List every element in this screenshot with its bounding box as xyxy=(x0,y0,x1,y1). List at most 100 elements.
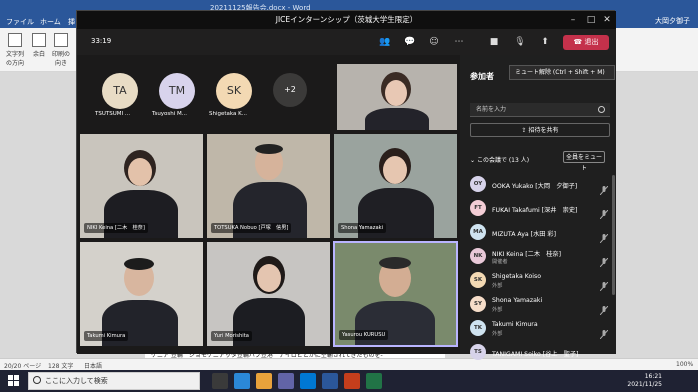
search-icon xyxy=(598,106,605,113)
list-item[interactable]: NK NIKI Keina [二木 桂奈] 開催者 xyxy=(468,245,614,269)
margins-icon xyxy=(32,33,46,47)
taskbar-clock[interactable]: 16:21 2021/11/25 xyxy=(627,373,662,389)
participant-role: 外部 xyxy=(492,331,503,337)
chat-icon[interactable]: 💬 xyxy=(404,36,416,48)
participants-panel: 参加者 ミュート解除 (Ctrl + Shift + M) 名前を入力 ⇪ 招待… xyxy=(460,55,616,360)
video-tile[interactable]: NIKI Keina [二木 桂奈] xyxy=(79,133,204,239)
mic-off-icon xyxy=(599,204,609,220)
list-item[interactable]: SK Shigetaka Koiso 外部 xyxy=(468,269,614,293)
mic-off-icon xyxy=(599,324,609,340)
word-icon[interactable] xyxy=(322,373,338,389)
windows-taskbar: ここに入力して検索 16:21 2021/11/25 xyxy=(0,370,698,392)
list-item[interactable]: OY OOKA Yukako [大岡 夕御子] xyxy=(468,173,614,197)
video-tile-active-speaker[interactable]: Yasurou KURUSU xyxy=(333,241,458,347)
in-meeting-header[interactable]: ⌄ この会議で (13 人) xyxy=(470,155,529,164)
mic-muted-icon[interactable]: 🎙 xyxy=(514,36,526,48)
avatar[interactable]: SK xyxy=(216,73,252,109)
task-view-icon[interactable] xyxy=(212,373,228,389)
self-video-preview[interactable] xyxy=(336,63,458,131)
edge-icon[interactable] xyxy=(234,373,250,389)
zoom-level[interactable]: 100% xyxy=(676,361,693,368)
list-item[interactable]: TK Takumi Kimura 外部 xyxy=(468,317,614,341)
teams-meeting-window: JICEインターンシップ（茨城大学生限定） – □ ✕ 33:19 👥 💬 ☺ … xyxy=(76,10,616,360)
teams-title-bar: JICEインターンシップ（茨城大学生限定） – □ ✕ xyxy=(77,11,616,29)
mic-off-icon xyxy=(599,180,609,196)
taskbar-search-input[interactable]: ここに入力して検索 xyxy=(28,372,200,390)
close-icon[interactable]: ✕ xyxy=(602,15,612,25)
participant-name: TANIGAMI Seiko [谷上 聖子] xyxy=(492,351,579,358)
video-tile[interactable]: Takumi Kimura xyxy=(79,241,204,347)
tab-home[interactable]: ホーム xyxy=(40,17,61,27)
start-button[interactable] xyxy=(8,375,20,387)
video-tile[interactable]: Yuri Morishita xyxy=(206,241,331,347)
unmute-tooltip: ミュート解除 (Ctrl + Shift + M) xyxy=(509,65,615,80)
avatar: NK xyxy=(470,248,486,264)
meeting-title: JICEインターンシップ（茨城大学生限定） xyxy=(275,15,418,24)
participant-name: Shigetaka Koiso xyxy=(492,273,542,280)
teams-icon[interactable] xyxy=(278,373,294,389)
video-tile[interactable]: TOTSUKA Nobuo [戸塚 信男] xyxy=(206,133,331,239)
avatar: SK xyxy=(470,272,486,288)
participant-name: NIKI Keina [二木 桂奈] xyxy=(492,251,562,258)
meeting-toolbar: 33:19 👥 💬 ☺ ⋯ ■ 🎙 ⬆ ☎ 退出 xyxy=(77,29,616,55)
mic-off-icon xyxy=(599,276,609,292)
avatar: MA xyxy=(470,224,486,240)
list-item[interactable]: MA MIZUTA Aya [水田 彩] xyxy=(468,221,614,245)
participant-name-tag: Yuri Morishita xyxy=(211,331,252,341)
participant-role: 外部 xyxy=(492,283,503,289)
participant-name: Shona Yamazaki xyxy=(492,297,543,304)
list-item[interactable]: TS TANIGAMI Seiko [谷上 聖子] xyxy=(468,341,614,365)
participant-name: MIZUTA Aya [水田 彩] xyxy=(492,231,557,238)
orientation-button[interactable]: 印刷の向き xyxy=(50,33,72,67)
participant-list: OY OOKA Yukako [大岡 夕御子] FT FUKAI Takafumi … xyxy=(468,173,614,365)
avatar: FT xyxy=(470,200,486,216)
avatar-name: TSUTSUMI ... xyxy=(95,111,131,117)
file-explorer-icon[interactable] xyxy=(256,373,272,389)
language: 日本語 xyxy=(84,363,103,370)
share-invite-button[interactable]: ⇪ 招待を共有 xyxy=(470,123,610,137)
mute-all-button[interactable]: 全員をミュート xyxy=(563,151,605,172)
avatar: OY xyxy=(470,176,486,192)
maximize-icon[interactable]: □ xyxy=(586,15,596,25)
avatar[interactable]: TM xyxy=(159,73,195,109)
tab-file[interactable]: ファイル xyxy=(6,17,34,27)
meeting-timer: 33:19 xyxy=(91,37,112,45)
avatar[interactable]: TA xyxy=(102,73,138,109)
more-options-icon[interactable]: ⋯ xyxy=(453,36,465,48)
participant-search-input[interactable]: 名前を入力 xyxy=(470,103,610,117)
text-direction-icon xyxy=(8,33,22,47)
powerpoint-icon[interactable] xyxy=(344,373,360,389)
mic-off-icon xyxy=(599,252,609,268)
participant-name-tag: NIKI Keina [二木 桂奈] xyxy=(84,223,148,233)
avatar: TS xyxy=(470,344,486,360)
excel-icon[interactable] xyxy=(366,373,382,389)
participant-name: OOKA Yukako [大岡 夕御子] xyxy=(492,183,578,190)
outlook-icon[interactable] xyxy=(300,373,316,389)
leave-button[interactable]: ☎ 退出 xyxy=(563,35,609,50)
word-count: 128 文字 xyxy=(48,363,74,370)
margins-button[interactable]: 余白 xyxy=(28,33,50,58)
share-screen-icon[interactable]: ⬆ xyxy=(539,36,551,48)
camera-icon[interactable]: ■ xyxy=(488,36,500,48)
avatar-name: Tsuyoshi M... xyxy=(152,111,188,117)
participants-icon[interactable]: 👥 xyxy=(379,36,391,48)
text-direction-button[interactable]: 文字列の方向 xyxy=(4,33,26,67)
participant-name: FUKAI Takafumi [深井 崇史] xyxy=(492,207,578,214)
panel-title: 参加者 xyxy=(470,72,494,81)
participant-name-tag: Shona Yamazaki xyxy=(338,223,387,233)
participant-name: Takumi Kimura xyxy=(492,321,538,328)
minimize-icon[interactable]: – xyxy=(568,15,578,25)
video-tile[interactable]: Shona Yamazaki xyxy=(333,133,458,239)
avatar: TK xyxy=(470,320,486,336)
participant-name-tag: TOTSUKA Nobuo [戸塚 信男] xyxy=(211,223,292,233)
list-item[interactable]: SY Shona Yamazaki 外部 xyxy=(468,293,614,317)
list-item[interactable]: FT FUKAI Takafumi [深井 崇史] xyxy=(468,197,614,221)
participant-list-scrollbar[interactable] xyxy=(612,175,615,295)
participant-role: 外部 xyxy=(492,307,503,313)
avatar-name: Shigetaka K... xyxy=(209,111,247,117)
avatar: SY xyxy=(470,296,486,312)
more-participants-badge[interactable]: +2 xyxy=(273,73,307,107)
orientation-icon xyxy=(54,33,68,47)
reactions-icon[interactable]: ☺ xyxy=(428,36,440,48)
search-icon xyxy=(33,376,41,384)
